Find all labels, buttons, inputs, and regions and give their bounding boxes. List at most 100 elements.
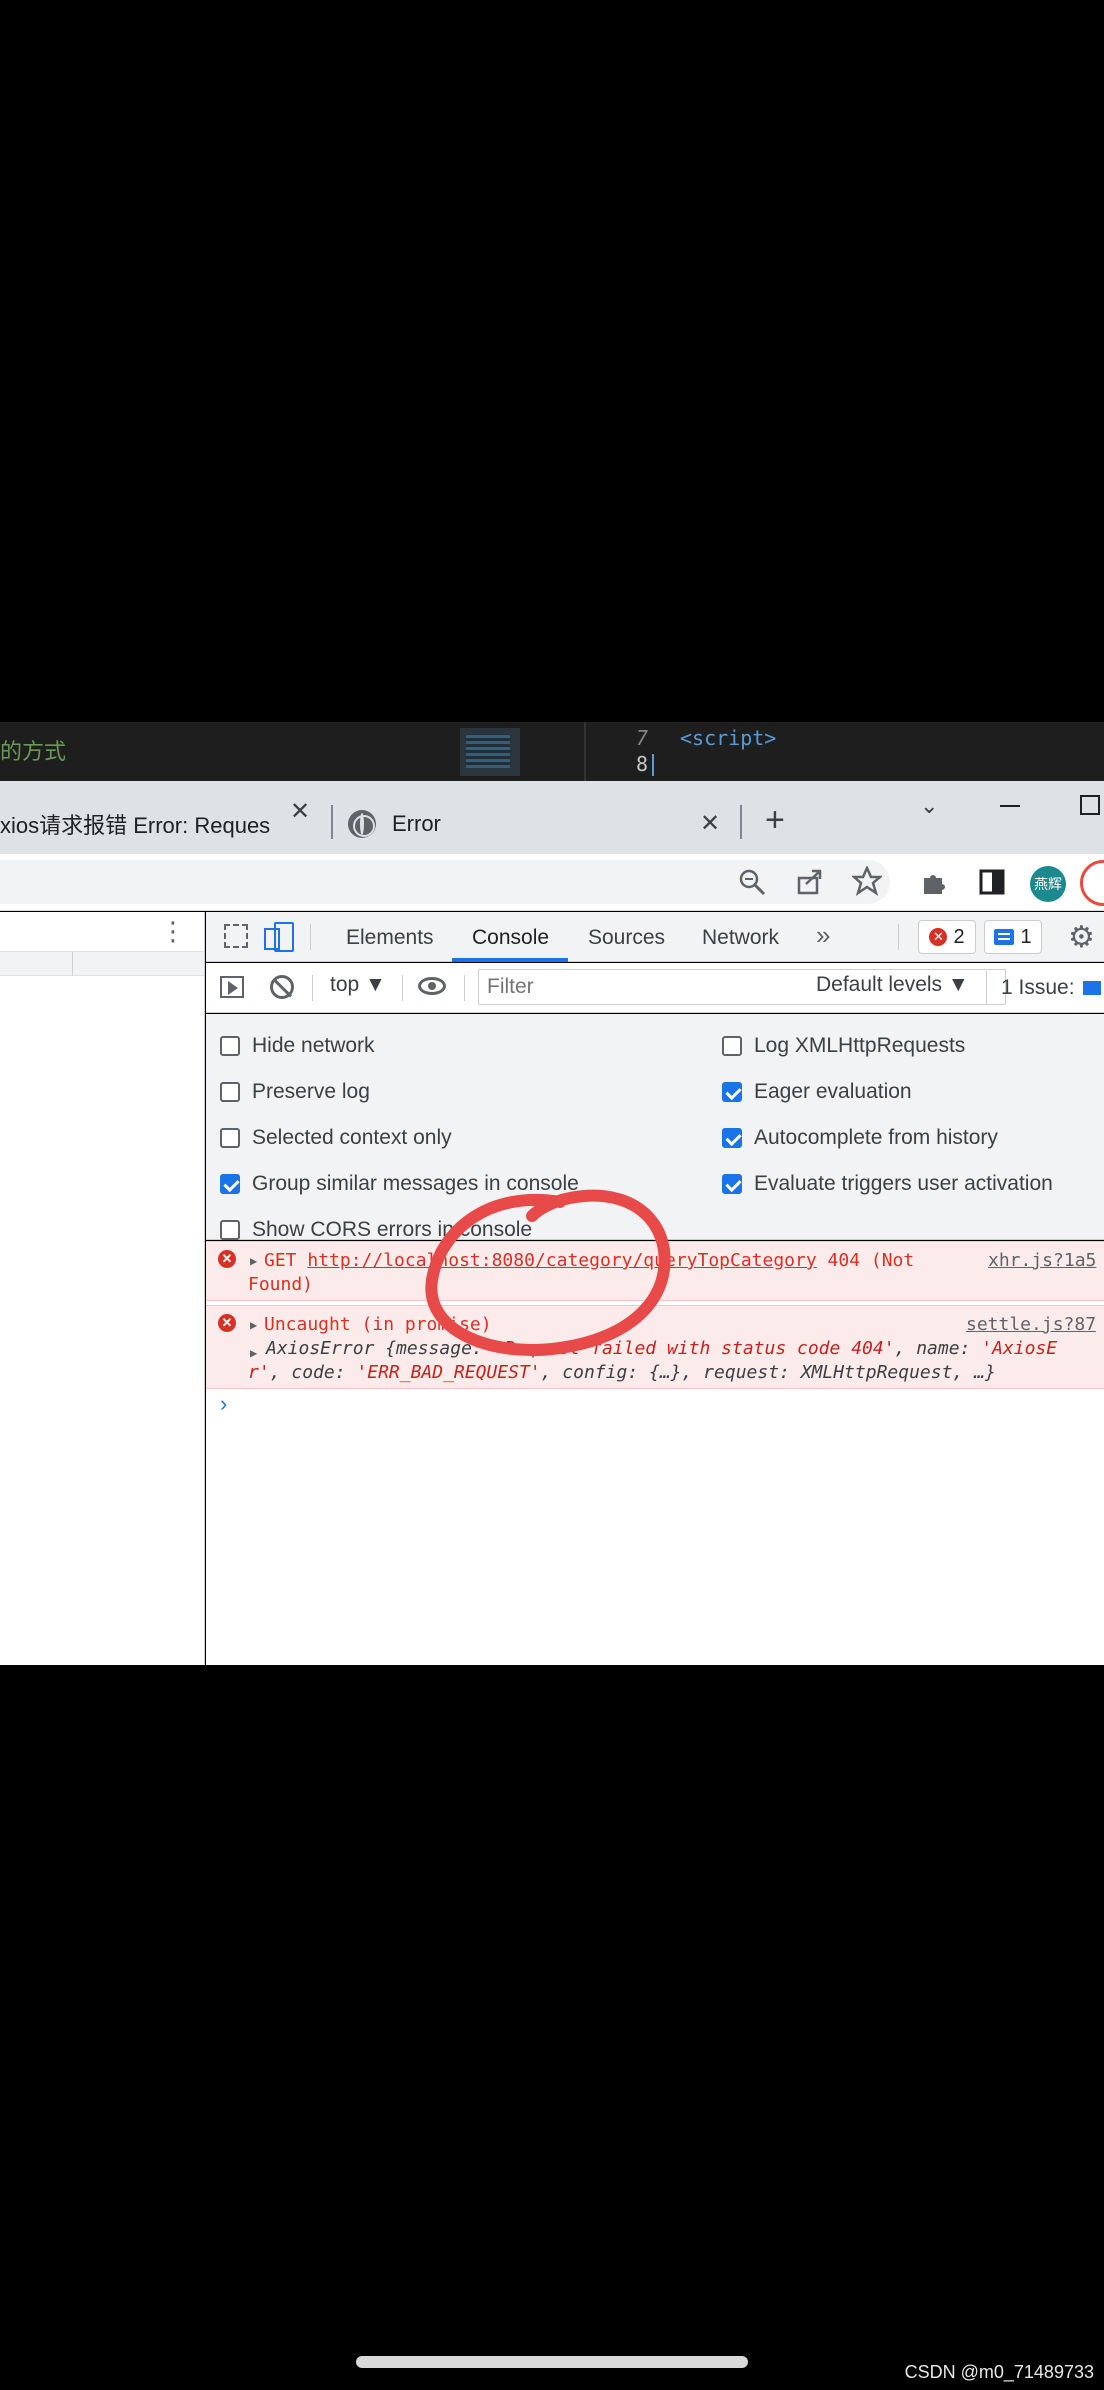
console-error-message[interactable]: ✕ ▶ Uncaught (in promise) settle.js?87 ▶… (206, 1305, 1104, 1389)
console-output: ✕ ▶ GET http://localhost:8080/category/q… (206, 1241, 1104, 1665)
close-icon[interactable]: ✕ (700, 809, 720, 838)
group-similar-checkbox[interactable]: Group similar messages in console (220, 1172, 579, 1196)
status-continuation: Found) (248, 1274, 314, 1295)
watermark-text: CSDN @m0_71489733 (904, 2362, 1094, 2382)
expand-triangle-icon[interactable]: ▶ (250, 1318, 257, 1332)
text-cursor (652, 754, 654, 776)
axios-error-line-2: r', code: 'ERR_BAD_REQUEST', config: {…}… (248, 1362, 996, 1383)
tab-divider (331, 805, 333, 839)
checkbox[interactable] (722, 1174, 742, 1194)
error-icon: ✕ (929, 928, 948, 946)
devtools-tab-bar: Elements Console Sources Network » ✕ 2 1… (206, 912, 1104, 962)
clear-console-icon[interactable] (270, 975, 294, 999)
issues-label: 1 Issue: (1001, 976, 1075, 999)
script-tag-code: <script> (680, 726, 777, 750)
source-link[interactable]: xhr.js?1a5 (988, 1250, 1096, 1271)
browser-toolbar: 燕辉 (0, 854, 1104, 911)
more-vertical-icon[interactable]: ⋮ (160, 916, 186, 947)
evaluate-triggers-checkbox[interactable]: Evaluate triggers user activation (722, 1172, 1053, 1196)
globe-icon (348, 809, 376, 838)
tab-elements[interactable]: Elements (346, 926, 434, 950)
message-icon (994, 929, 1015, 945)
live-expression-eye-icon[interactable] (418, 977, 446, 995)
message-count: 1 (1020, 925, 1032, 948)
editor-comment-text: 的方式 (0, 740, 67, 765)
device-toolbar-icon[interactable] (264, 922, 294, 952)
share-icon[interactable] (796, 868, 824, 896)
option-label: Hide network (252, 1034, 375, 1057)
checkbox[interactable] (220, 1082, 240, 1102)
console-prompt-icon[interactable]: › (220, 1391, 227, 1417)
inspect-element-icon[interactable] (224, 924, 248, 948)
eager-evaluation-checkbox[interactable]: Eager evaluation (722, 1080, 912, 1104)
selected-context-only-checkbox[interactable]: Selected context only (220, 1126, 452, 1150)
new-tab-button[interactable]: + (765, 803, 785, 837)
extensions-puzzle-icon[interactable] (920, 866, 950, 896)
close-icon[interactable]: ✕ (290, 797, 310, 826)
tab-sources[interactable]: Sources (588, 926, 665, 950)
toolbar-divider (312, 975, 313, 1001)
active-tab-indicator (452, 958, 568, 962)
console-toolbar: top ▼ Default levels ▼ 1 Issue: (206, 963, 1104, 1013)
option-label: Preserve log (252, 1080, 370, 1103)
line-number-8: 8 (636, 752, 649, 776)
browser-tab-2[interactable]: Error (348, 793, 728, 854)
error-icon: ✕ (218, 1314, 236, 1332)
show-sidebar-icon[interactable] (220, 976, 244, 998)
minimize-button[interactable] (1000, 805, 1020, 807)
checkbox[interactable] (220, 1220, 240, 1240)
editor-minimap (460, 728, 520, 776)
issue-icon (1082, 981, 1101, 996)
zoom-icon[interactable] (738, 868, 766, 896)
preserve-log-checkbox[interactable]: Preserve log (220, 1080, 370, 1104)
editor-divider (584, 722, 586, 781)
expand-triangle-icon[interactable]: ▶ (250, 1254, 257, 1268)
option-label: Show CORS errors in console (252, 1218, 533, 1241)
option-label: Selected context only (252, 1126, 452, 1149)
maximize-button[interactable] (1080, 795, 1100, 815)
tab-title: xios请求报错 Error: Request f (0, 812, 270, 838)
log-levels-dropdown[interactable]: Default levels ▼ (816, 973, 969, 997)
side-panel-icon[interactable] (978, 868, 1006, 896)
show-cors-errors-checkbox[interactable]: Show CORS errors in console (220, 1218, 532, 1242)
autocomplete-history-checkbox[interactable]: Autocomplete from history (722, 1126, 998, 1150)
checkbox[interactable] (722, 1128, 742, 1148)
axios-error-line-1: AxiosError {message: 'Request failed wit… (266, 1338, 1058, 1359)
tab-search-chevron-icon[interactable]: ⌄ (920, 793, 938, 819)
browser-tab-1[interactable]: xios请求报错 Error: Request f (0, 793, 320, 854)
expand-triangle-icon[interactable]: ▶ (250, 1346, 257, 1360)
checkbox[interactable] (220, 1174, 240, 1194)
option-label: Log XMLHttpRequests (754, 1034, 966, 1057)
toolbar-divider (310, 924, 311, 950)
checkbox[interactable] (722, 1036, 742, 1056)
source-link[interactable]: settle.js?87 (966, 1314, 1096, 1335)
error-count: 2 (953, 925, 965, 948)
tab-network[interactable]: Network (702, 926, 779, 950)
pane-header: ⋮ (0, 912, 204, 952)
console-settings-panel: Hide network Preserve log Selected conte… (206, 1014, 1104, 1242)
option-label: Eager evaluation (754, 1080, 912, 1103)
bookmark-star-icon[interactable] (852, 866, 882, 896)
gear-icon[interactable]: ⚙ (1068, 920, 1095, 955)
context-selector[interactable]: top ▼ (330, 973, 386, 997)
avatar[interactable]: 燕辉 (1030, 866, 1066, 902)
error-count-badge[interactable]: ✕ 2 (918, 920, 976, 954)
hide-network-checkbox[interactable]: Hide network (220, 1034, 375, 1058)
code-editor-strip: 的方式 7 <script> 8 (0, 722, 1104, 781)
tab-console[interactable]: Console (472, 926, 549, 950)
request-url[interactable]: http://localhost:8080/category/queryTopC… (307, 1250, 816, 1271)
tab-title: Error (392, 810, 441, 836)
checkbox[interactable] (722, 1082, 742, 1102)
checkbox[interactable] (220, 1128, 240, 1148)
profile-menu-button[interactable] (1080, 860, 1104, 906)
log-xmlhttprequests-checkbox[interactable]: Log XMLHttpRequests (722, 1034, 965, 1058)
checkbox[interactable] (220, 1036, 240, 1056)
uncaught-title: Uncaught (in promise) (264, 1314, 492, 1335)
issues-button[interactable]: 1 Issue: (986, 971, 1101, 1005)
browser-tab-strip: xios请求报错 Error: Request f ✕ Error ✕ + ⌄ (0, 781, 1104, 854)
pane-row (0, 952, 204, 976)
console-error-message[interactable]: ✕ ▶ GET http://localhost:8080/category/q… (206, 1241, 1104, 1301)
more-tabs-icon[interactable]: » (816, 920, 830, 951)
message-count-badge[interactable]: 1 (984, 920, 1042, 954)
page-viewport: ⋮ (0, 912, 205, 1665)
